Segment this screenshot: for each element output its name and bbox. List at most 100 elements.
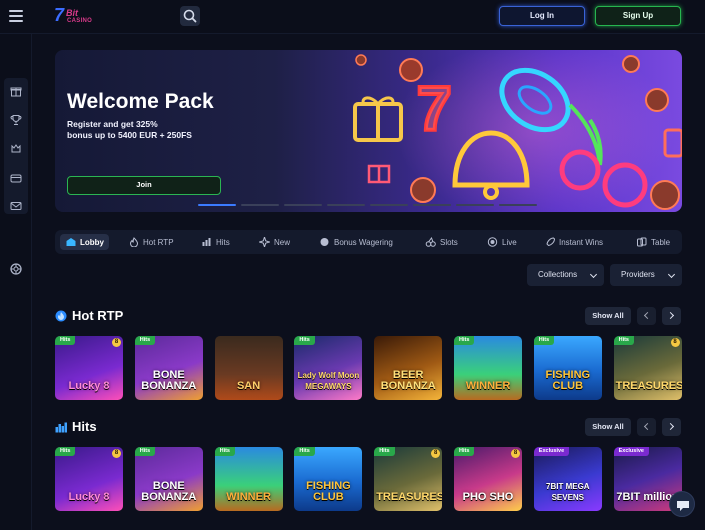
game-title: BONE BONANZA — [141, 480, 197, 503]
game-badge: Hits — [214, 447, 235, 456]
hot-rtp-icon — [55, 310, 67, 321]
game-title: BEER BONANZA — [380, 369, 436, 392]
logo-bit: Bit — [66, 8, 78, 18]
tab-bonus-wagering[interactable]: Bonus Wagering — [319, 234, 393, 250]
tab-slots[interactable]: Slots — [425, 234, 458, 250]
game-tile[interactable]: Hits 8 PHO SHO — [454, 447, 522, 511]
game-tile[interactable]: Hits WINNER — [214, 447, 283, 511]
tab-live[interactable]: Live — [487, 234, 517, 250]
game-emblem: 8 — [431, 449, 441, 458]
search-icon — [183, 9, 197, 23]
search-button[interactable] — [180, 6, 200, 26]
game-badge: Hits — [55, 336, 76, 345]
trophy-icon[interactable] — [10, 114, 22, 126]
chevron-down-icon — [667, 270, 676, 279]
tab-label: Hot RTP — [143, 237, 174, 247]
game-title: Lucky 8 — [68, 380, 110, 392]
game-tile[interactable]: Hits BONE BONANZA — [134, 447, 203, 511]
chevron-right-icon — [666, 311, 675, 320]
tab-lobby[interactable]: Lobby — [60, 234, 109, 250]
wallet-icon[interactable] — [10, 172, 22, 184]
tab-hits[interactable]: Hits — [201, 234, 230, 250]
crown-badge-icon[interactable] — [10, 143, 22, 155]
show-all-hits-button[interactable]: Show All — [585, 418, 631, 436]
game-tile[interactable]: Hits 8 TREASURES — [613, 336, 682, 400]
carousel-dot[interactable] — [241, 204, 279, 206]
join-button[interactable]: Join — [67, 176, 221, 195]
section-title-text: Hot RTP — [72, 308, 124, 323]
collections-dropdown[interactable]: Collections — [527, 264, 604, 286]
prev-arrow-hot-rtp[interactable] — [637, 307, 656, 325]
next-arrow-hits[interactable] — [662, 418, 681, 436]
carousel-dot[interactable] — [413, 204, 451, 206]
gift-icon[interactable] — [10, 85, 22, 97]
game-emblem: 8 — [511, 449, 520, 458]
hamburger-menu-icon[interactable] — [9, 10, 23, 22]
welcome-banner[interactable]: 7 7 Welcome Pack Register and get 325% b… — [55, 50, 682, 212]
tab-label: Hits — [216, 237, 230, 247]
game-title: Lucky 8 — [68, 491, 110, 503]
carousel-dot[interactable] — [198, 204, 236, 206]
carousel-dots — [198, 204, 538, 207]
cherries-icon — [425, 237, 436, 247]
game-badge: Exclusive — [533, 447, 570, 456]
mail-icon[interactable] — [10, 200, 22, 212]
collections-label: Collections — [538, 270, 578, 279]
game-tile[interactable]: Hits WINNER — [454, 336, 522, 400]
show-all-hot-rtp-button[interactable]: Show All — [585, 307, 631, 325]
prev-arrow-hits[interactable] — [637, 418, 656, 436]
coin-icon — [320, 238, 329, 246]
tab-instant-wins[interactable]: Instant Wins — [544, 234, 603, 250]
category-tabs: Lobby Hot RTP Hits New Bonus Wagering Slots Li… — [55, 230, 682, 254]
game-title: WINNER — [465, 380, 511, 392]
tab-label: Instant Wins — [559, 237, 604, 247]
svg-text:7: 7 — [417, 75, 451, 144]
game-tile[interactable]: Hits FISHING CLUB — [533, 336, 602, 400]
tab-table[interactable]: Table — [636, 234, 670, 250]
game-badge: Hits — [294, 447, 315, 456]
tab-hot-rtp[interactable]: Hot RTP — [128, 234, 174, 250]
tab-label: Lobby — [80, 237, 104, 247]
carousel-dot[interactable] — [370, 204, 408, 206]
live-chat-button[interactable] — [669, 491, 695, 517]
game-title: WINNER — [226, 491, 271, 503]
hero-subtitle: Register and get 325% bonus up to 5400 E… — [67, 119, 247, 141]
game-tile[interactable]: Hits 8 Lucky 8 — [55, 447, 123, 511]
game-title: SAN — [236, 380, 261, 392]
game-emblem: 8 — [112, 338, 121, 347]
tab-label: New — [274, 237, 291, 247]
game-title: Lady Wolf Moon MEGAWAYS — [297, 371, 360, 391]
logo-seven: 7 — [54, 5, 65, 25]
game-title: FISHING CLUB — [545, 369, 591, 392]
signup-button[interactable]: Sign Up — [595, 6, 681, 26]
sidebar — [0, 34, 32, 530]
carousel-dot[interactable] — [499, 204, 537, 206]
top-bar: 7 Bit CASINO Log In Sign Up — [0, 0, 705, 34]
carousel-dot[interactable] — [327, 204, 365, 206]
site-logo[interactable]: 7 Bit CASINO — [54, 5, 93, 27]
logo-casino: CASINO — [67, 18, 93, 24]
game-tile[interactable]: Exclusive 7BIT MEGA SEVENS — [533, 447, 602, 511]
hero-title: Welcome Pack — [67, 90, 214, 113]
providers-dropdown[interactable]: Providers — [610, 264, 682, 286]
game-badge: Hits — [613, 336, 634, 345]
carousel-dot[interactable] — [284, 204, 322, 206]
rocket-icon — [546, 237, 555, 247]
next-arrow-hot-rtp[interactable] — [662, 307, 681, 325]
login-button[interactable]: Log In — [499, 6, 585, 26]
game-tile[interactable]: Hits Lady Wolf Moon MEGAWAYS — [294, 336, 363, 400]
game-tile[interactable]: Hits FISHING CLUB — [294, 447, 363, 511]
game-tile[interactable]: Hits 8 TREASURES — [374, 447, 443, 511]
gift-box-art — [353, 96, 403, 142]
tab-new[interactable]: New — [259, 234, 290, 250]
game-tile[interactable]: BEER BONANZA — [374, 336, 443, 400]
game-tile[interactable]: Hits 8 Lucky 8 — [55, 336, 123, 400]
carousel-dot[interactable] — [456, 204, 494, 206]
bars-icon — [202, 238, 211, 246]
game-badge: Hits — [134, 336, 156, 345]
game-tile[interactable]: Hits BONE BONANZA — [134, 336, 203, 400]
tab-label: Table — [651, 237, 671, 247]
game-tile[interactable]: SAN — [214, 336, 283, 400]
support-lifebuoy-icon[interactable] — [10, 262, 22, 275]
game-title: FISHING CLUB — [306, 480, 351, 503]
